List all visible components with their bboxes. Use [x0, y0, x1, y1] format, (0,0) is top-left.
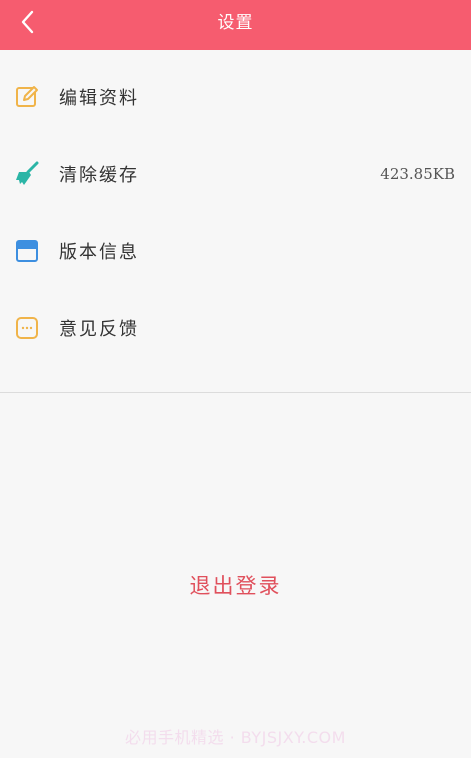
menu-item-clear-cache[interactable]: 清除缓存 423.85KB [0, 135, 471, 212]
settings-menu: 编辑资料 清除缓存 423.85KB 版本信息 意见反馈 [0, 58, 471, 366]
cache-size-value: 423.85KB [380, 164, 455, 183]
version-icon [14, 238, 40, 264]
page-title: 设置 [217, 13, 254, 33]
menu-item-label: 版本信息 [59, 241, 139, 263]
logout-button[interactable]: 退出登录 [0, 566, 471, 606]
menu-item-label: 编辑资料 [59, 87, 139, 109]
menu-item-feedback[interactable]: 意见反馈 [0, 289, 471, 366]
edit-icon [14, 84, 40, 110]
broom-icon [14, 161, 40, 187]
feedback-icon [14, 315, 40, 341]
menu-item-label: 清除缓存 [59, 164, 139, 186]
menu-item-edit-profile[interactable]: 编辑资料 [0, 58, 471, 135]
section-divider [0, 392, 471, 393]
watermark: 必用手机精选 · BYJSJXY.COM [125, 728, 346, 747]
header-bar: 设置 [0, 0, 471, 50]
menu-item-version-info[interactable]: 版本信息 [0, 212, 471, 289]
menu-item-label: 意见反馈 [59, 318, 139, 340]
